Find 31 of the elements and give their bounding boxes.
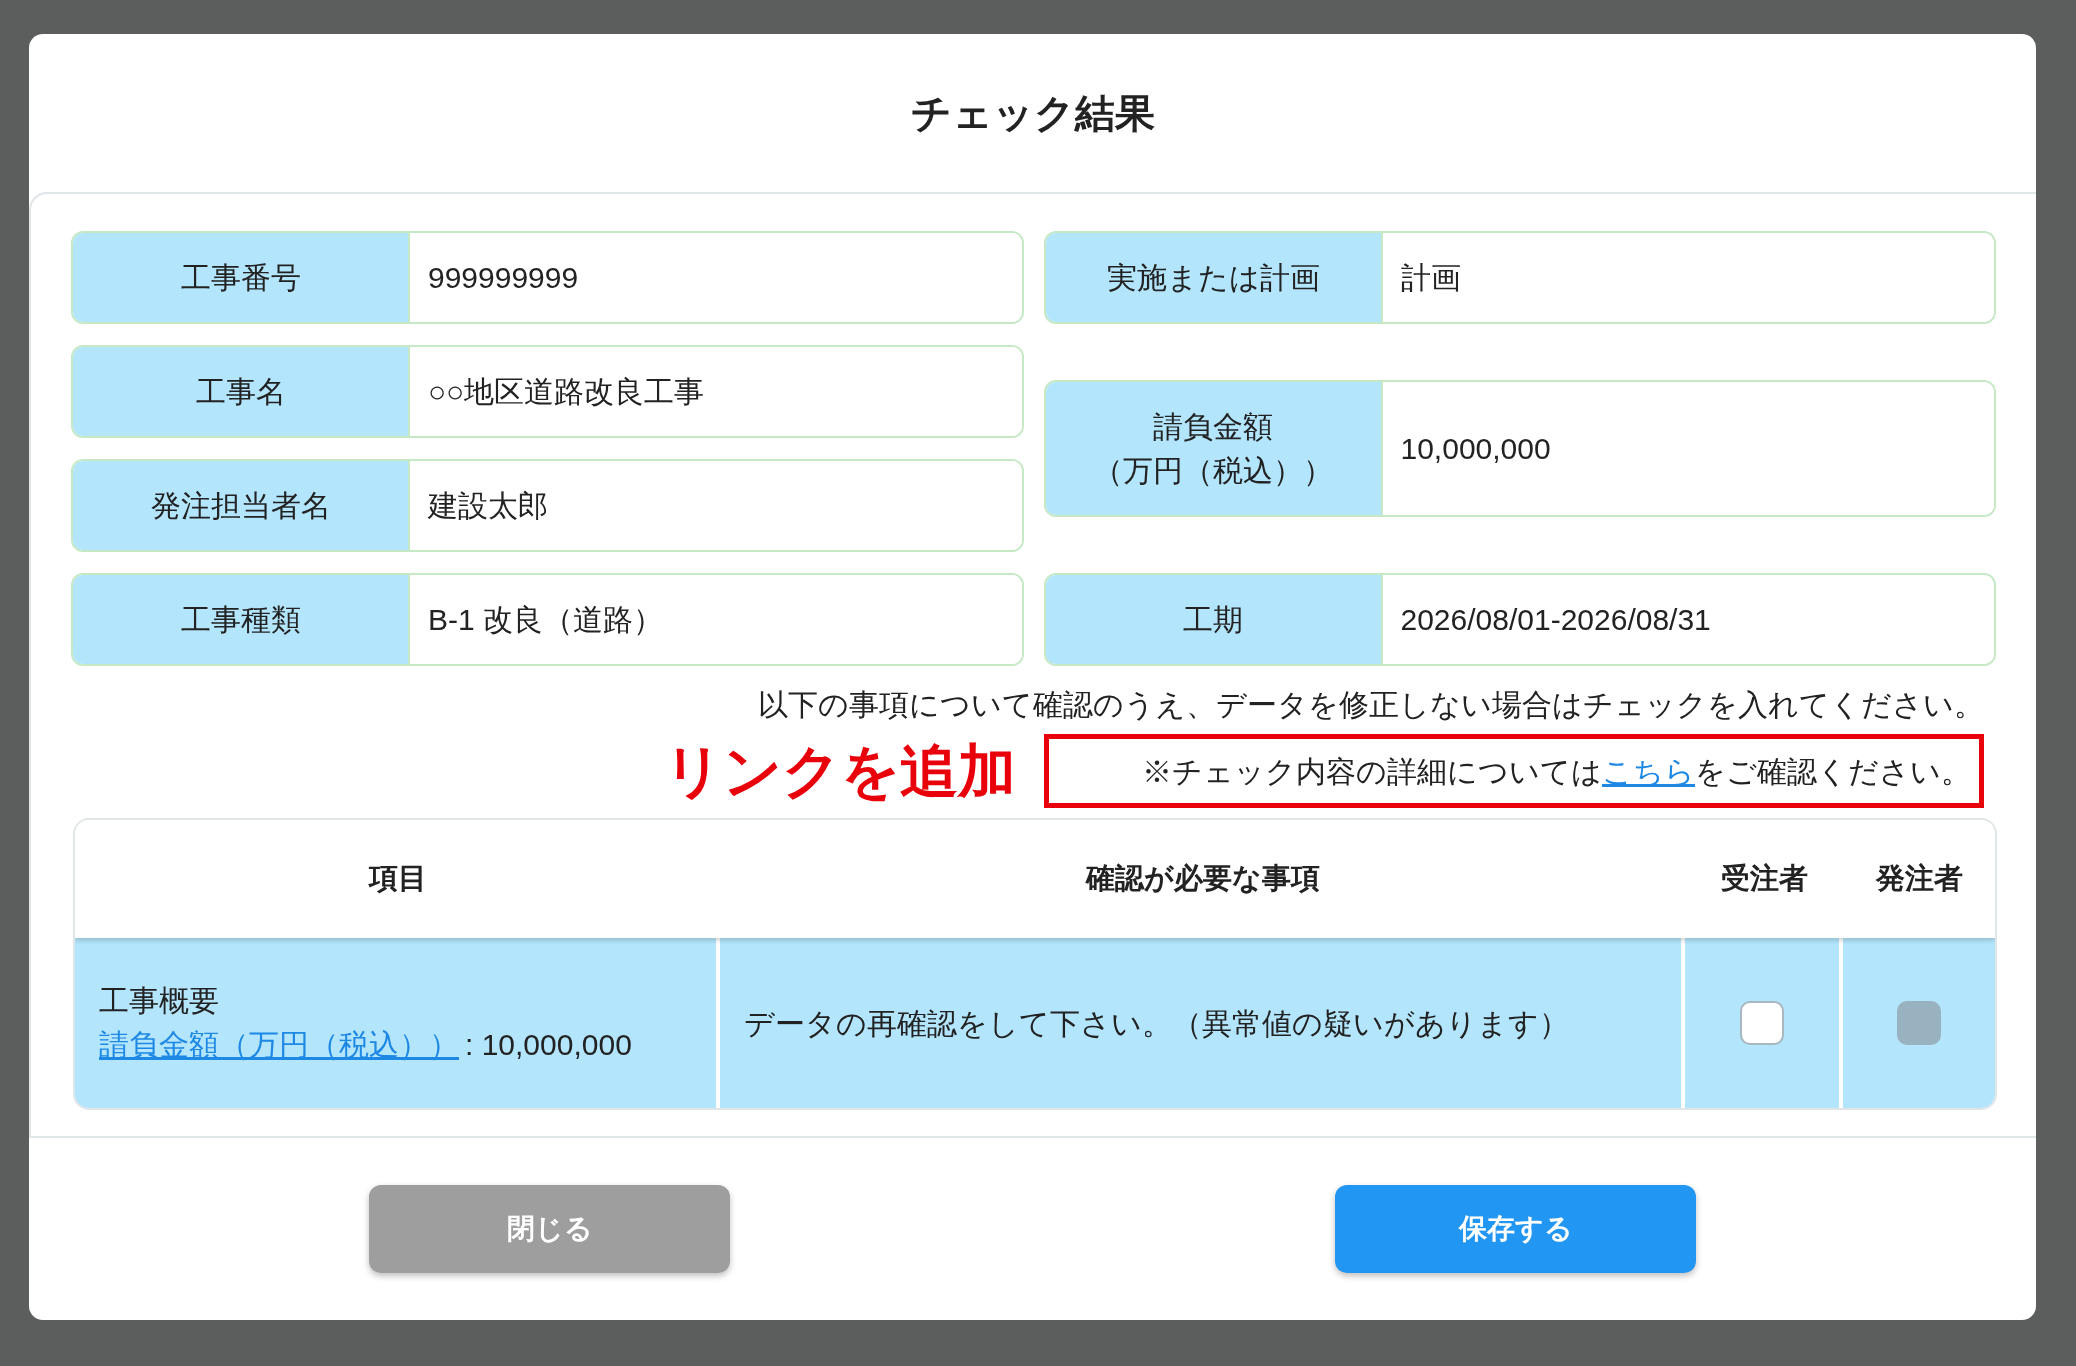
field-label: 工事名 — [195, 373, 286, 410]
field-label: 工事番号 — [180, 259, 301, 296]
field-label: 発注担当者名 — [150, 487, 331, 524]
item-title: 工事概要 — [99, 983, 220, 1019]
field-value: ○○地区道路改良工事 — [408, 347, 1022, 436]
field-label: 工期 — [1183, 601, 1243, 638]
field-value: 計画 — [1380, 233, 1994, 322]
annotation-label: リンクを追加 — [664, 742, 1016, 800]
checkbox[interactable] — [1740, 1001, 1784, 1045]
check-message: データの再確認をして下さい。（異常値の疑いがあります） — [744, 1005, 1569, 1042]
field-label: 実施または計画 — [1106, 259, 1320, 296]
column-header: 受注者 — [1719, 861, 1809, 897]
field-label: 工事種類 — [180, 601, 301, 638]
field-label: （万円（税込）） — [1093, 452, 1333, 489]
item-value: : 10,000,000 — [465, 1027, 632, 1063]
field-value: B-1 改良（道路） — [408, 575, 1022, 664]
column-header: 確認が必要な事項 — [1084, 861, 1321, 897]
item-link[interactable]: 請負金額（万円（税込）） — [99, 1023, 459, 1067]
close-button[interactable]: 閉じる — [369, 1185, 730, 1273]
column-header: 項目 — [367, 861, 428, 897]
instruction-text: 以下の事項について確認のうえ、データを修正しない場合はチェックを入れてください。 — [758, 687, 1984, 723]
details-link[interactable]: こちら — [1602, 754, 1695, 788]
field-label: 請負金額 — [1153, 408, 1273, 445]
field-value: 2026/08/01-2026/08/31 — [1380, 575, 1994, 664]
detail-note-text: ※チェック内容の詳細についてはこちら をご確認ください。 — [1142, 753, 1971, 790]
field-value: 999999999 — [408, 233, 1022, 322]
field-value: 10,000,000 — [1380, 382, 1994, 515]
column-header: 発注者 — [1874, 861, 1964, 897]
dialog-title: チェック結果 — [910, 90, 1155, 137]
save-button[interactable]: 保存する — [1335, 1185, 1696, 1273]
field-value: 建設太郎 — [408, 461, 1022, 550]
